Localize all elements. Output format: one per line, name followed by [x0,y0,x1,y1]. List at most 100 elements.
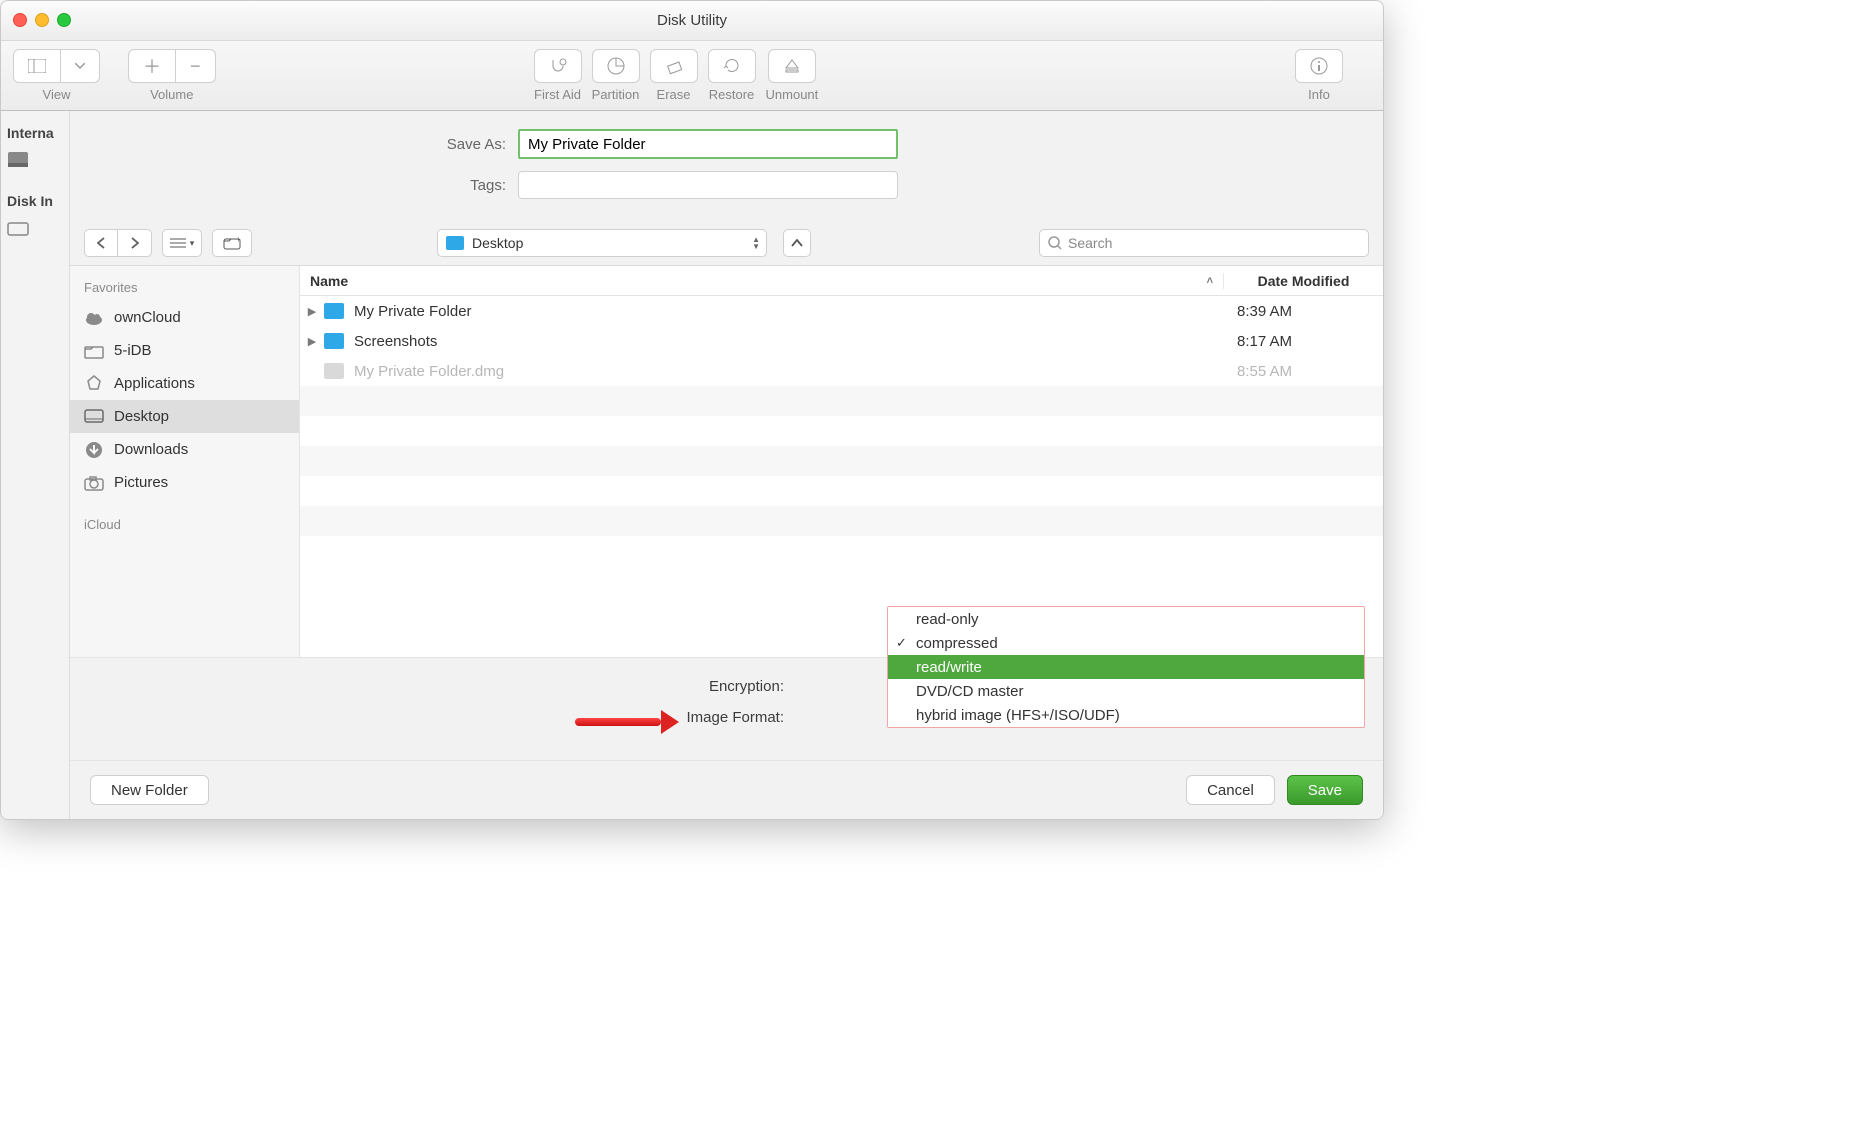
table-row[interactable]: ▶ My Private Folder 8:39 AM [300,296,1383,326]
sidebar-diskimage-item[interactable] [7,215,63,241]
folder-icon [324,333,344,349]
disclosure-triangle-icon[interactable]: ▶ [300,305,324,318]
sidebar-section-diskimages: Disk In [7,193,63,209]
folder-plus-icon: + [223,236,241,250]
browser-toolbar: ▾ + Desktop ▲▼ Search [70,223,1383,265]
cloud-icon [84,310,104,326]
disk-icon [7,151,29,169]
search-icon [1048,236,1062,250]
sidebar-item-downloads[interactable]: Downloads [70,433,299,466]
minus-icon: − [190,56,201,77]
restore-button[interactable] [708,49,756,83]
toolbar: View ＋ − Volume First Aid Partition Eras… [1,41,1383,111]
location-popup[interactable]: Desktop ▲▼ [437,229,767,257]
titlebar: Disk Utility [1,1,1383,41]
remove-volume-button[interactable]: − [176,49,216,83]
menu-item-readwrite[interactable]: read/write [888,655,1364,679]
file-browser: Favorites ownCloud 5-iDB Applications De… [70,265,1383,657]
plus-icon: ＋ [143,53,161,79]
devices-sidebar: Interna Disk In [1,111,69,819]
nav-forward-button[interactable] [118,229,152,257]
camera-icon [84,475,104,491]
desktop-icon [84,409,104,425]
save-as-field[interactable] [518,129,898,159]
file-list: Name˄ Date Modified ▶ My Private Folder … [300,266,1383,657]
erase-icon [665,57,683,75]
menu-item-compressed[interactable]: ✓compressed [888,631,1364,655]
sidebar-item-desktop[interactable]: Desktop [70,400,299,433]
partition-label: Partition [592,87,640,102]
restore-label: Restore [709,87,755,102]
sidebar-item-pictures[interactable]: Pictures [70,466,299,499]
sidebar-item-applications[interactable]: Applications [70,367,299,400]
file-name: My Private Folder [354,303,1223,320]
info-label: Info [1308,87,1330,102]
menu-item-dvdcd[interactable]: DVD/CD master [888,679,1364,703]
folder-icon [446,236,464,250]
folder-icon [324,303,344,319]
name-column-header[interactable]: Name˄ [300,273,1223,289]
view-mode-button[interactable]: ▾ [162,229,202,257]
annotation-arrow [575,710,679,734]
unmount-button[interactable] [768,49,816,83]
add-volume-button[interactable]: ＋ [128,49,176,83]
table-row [300,416,1383,446]
image-format-menu: read-only ✓compressed read/write DVD/CD … [887,606,1365,728]
table-row[interactable]: ▶ Screenshots 8:17 AM [300,326,1383,356]
file-name: My Private Folder.dmg [354,363,1223,380]
partition-button[interactable] [592,49,640,83]
menu-item-readonly[interactable]: read-only [888,607,1364,631]
sidebar-item-owncloud[interactable]: ownCloud [70,301,299,334]
checkmark-icon: ✓ [896,635,907,651]
search-placeholder: Search [1068,235,1112,251]
disk-utility-window: Disk Utility View ＋ − Volume First Aid [0,0,1384,820]
drive-icon [7,219,29,237]
download-icon [84,442,104,458]
nav-back-button[interactable] [84,229,118,257]
minimize-window-button[interactable] [35,13,49,27]
table-row [300,386,1383,416]
sidebar-item-label: Pictures [114,474,168,491]
table-row: My Private Folder.dmg 8:55 AM [300,356,1383,386]
tags-label: Tags: [98,177,518,194]
cancel-button[interactable]: Cancel [1186,775,1275,805]
maximize-window-button[interactable] [57,13,71,27]
save-as-label: Save As: [98,136,518,153]
group-button[interactable]: + [212,229,252,257]
erase-button[interactable] [650,49,698,83]
disclosure-triangle-icon[interactable]: ▶ [300,335,324,348]
view-sidebar-button[interactable] [13,49,61,83]
new-folder-button[interactable]: New Folder [90,775,209,805]
collapse-button[interactable] [783,229,811,257]
info-icon [1310,57,1328,75]
sidebar-item-label: Applications [114,375,195,392]
tags-field[interactable] [518,171,898,199]
file-date: 8:17 AM [1223,333,1383,350]
menu-item-hybrid[interactable]: hybrid image (HFS+/ISO/UDF) [888,703,1364,727]
list-icon [170,237,186,249]
favorites-sidebar: Favorites ownCloud 5-iDB Applications De… [70,266,300,657]
date-column-header[interactable]: Date Modified [1223,273,1383,289]
search-field[interactable]: Search [1039,229,1369,257]
sort-ascending-icon: ˄ [1207,275,1213,287]
file-date: 8:55 AM [1223,363,1383,380]
stethoscope-icon [549,57,567,75]
close-window-button[interactable] [13,13,27,27]
table-row [300,506,1383,536]
first-aid-button[interactable] [534,49,582,83]
restore-icon [723,57,741,75]
location-label: Desktop [472,235,523,251]
view-menu-button[interactable] [61,49,100,83]
chevron-down-icon [75,63,85,69]
updown-icon: ▲▼ [752,236,760,250]
save-button[interactable]: Save [1287,775,1363,805]
info-button[interactable] [1295,49,1343,83]
sidebar-disk-item[interactable] [7,147,63,173]
sheet-footer: New Folder Cancel Save [70,760,1383,819]
sidebar-item-5idb[interactable]: 5-iDB [70,334,299,367]
table-row [300,446,1383,476]
applications-icon [84,376,104,392]
eject-icon [783,57,801,75]
encryption-label: Encryption: [98,678,798,695]
view-label: View [43,87,71,102]
